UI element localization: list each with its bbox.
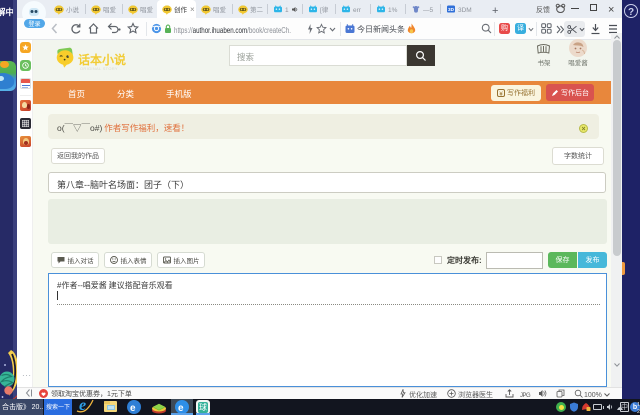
- svg-text:3D: 3D: [448, 7, 455, 12]
